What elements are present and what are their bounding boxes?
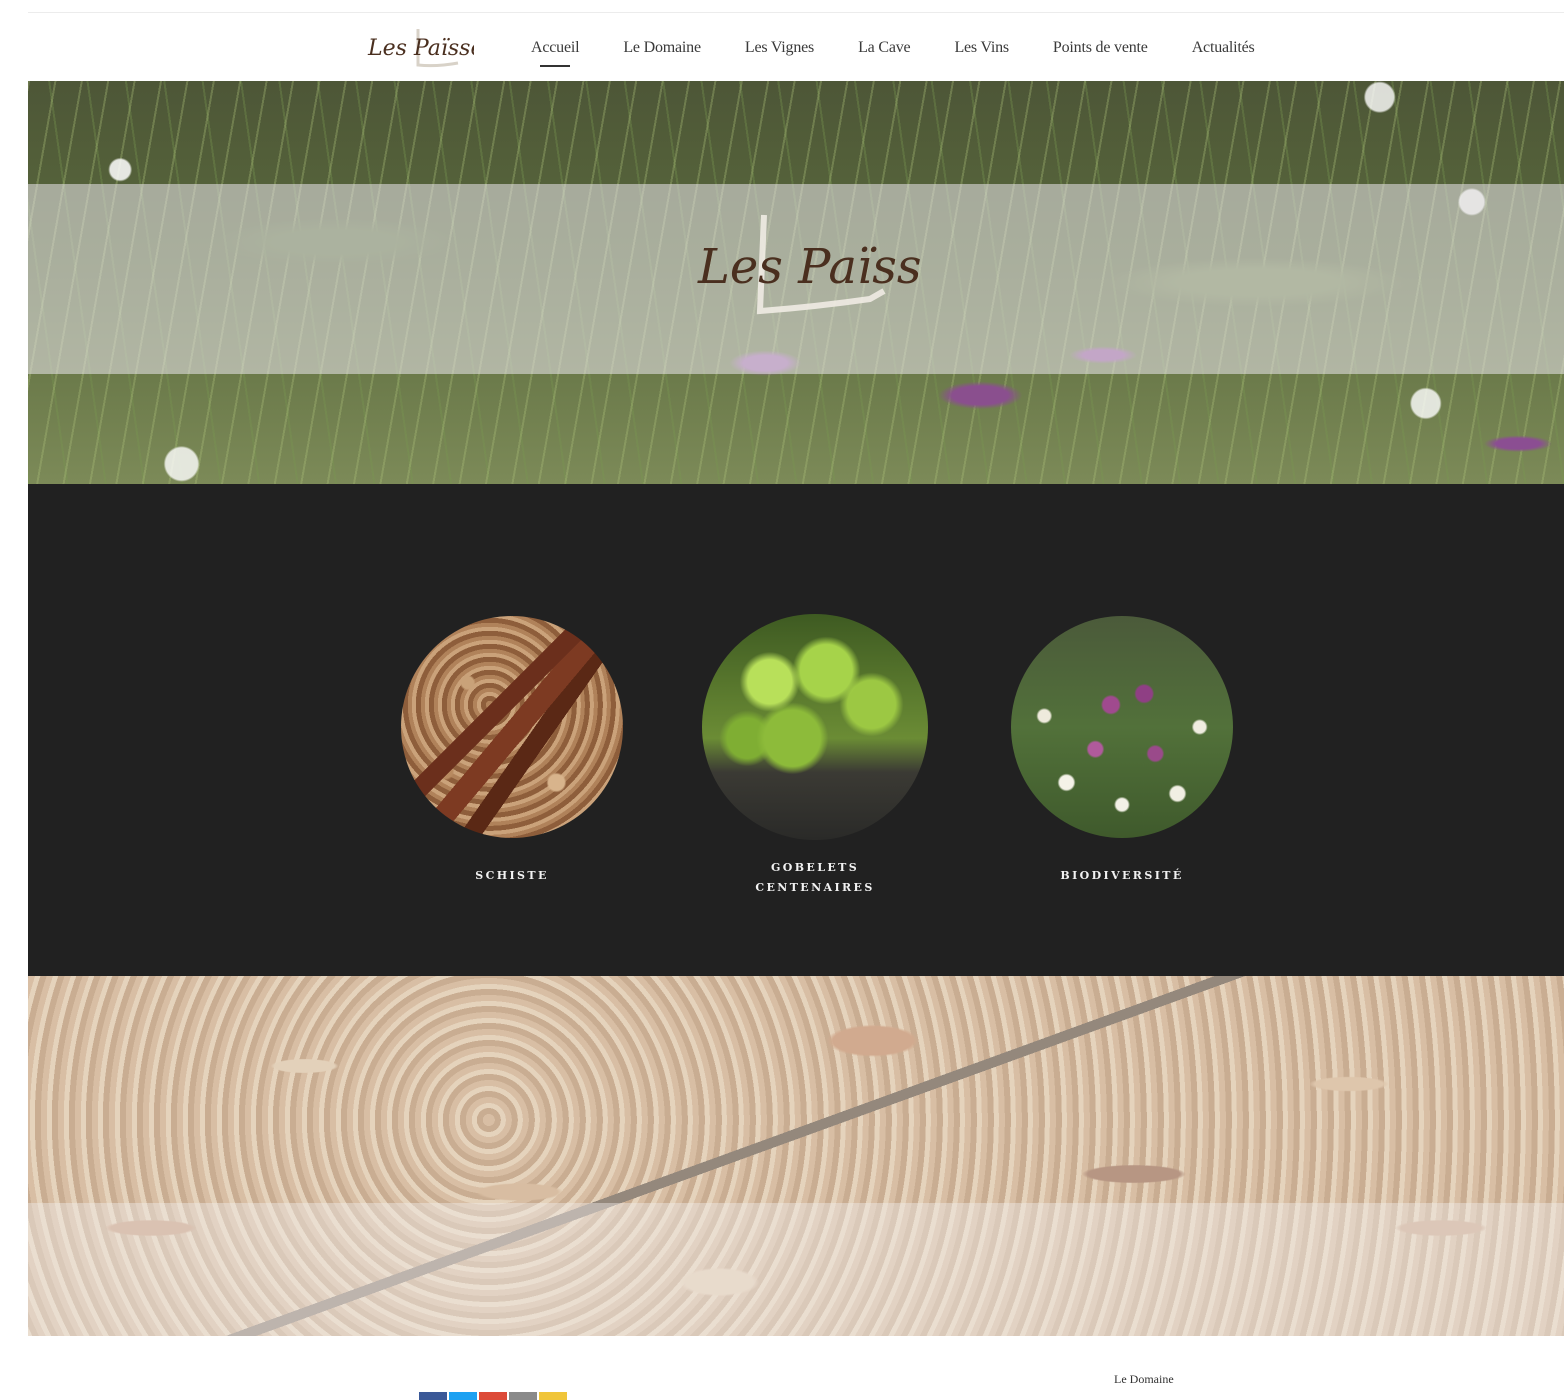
feature-gobelets[interactable]: Gobelets centenaires bbox=[695, 614, 935, 898]
email-icon[interactable] bbox=[509, 1392, 537, 1400]
twitter-icon[interactable] bbox=[449, 1392, 477, 1400]
site-header: Les Païssels Accueil Le Domaine Les Vign… bbox=[28, 12, 1564, 82]
site-footer: Le Domaine bbox=[28, 1336, 1564, 1400]
feature-label[interactable]: Schiste bbox=[392, 866, 632, 886]
svg-text:Les Païssels: Les Païssels bbox=[697, 239, 922, 295]
social-share-bar bbox=[419, 1392, 567, 1400]
feature-schiste[interactable]: Schiste bbox=[392, 616, 632, 886]
facebook-icon[interactable] bbox=[419, 1392, 447, 1400]
features-section: Schiste Gobelets centenaires Biodiversit… bbox=[28, 484, 1564, 976]
feature-label[interactable]: Biodiversité bbox=[1002, 866, 1242, 886]
nav-item-les-vins[interactable]: Les Vins bbox=[954, 39, 1009, 57]
nav-item-actualites[interactable]: Actualités bbox=[1192, 39, 1255, 57]
feature-label[interactable]: Gobelets centenaires bbox=[750, 858, 880, 898]
nav-item-le-domaine[interactable]: Le Domaine bbox=[623, 39, 701, 57]
feature-biodiversite[interactable]: Biodiversité bbox=[1002, 616, 1242, 886]
hero-logo: Les Païssels bbox=[697, 214, 922, 315]
svg-text:Les Païssels: Les Païssels bbox=[367, 36, 474, 61]
vine-photo[interactable] bbox=[702, 614, 928, 840]
schist-background-section bbox=[28, 976, 1564, 1336]
page: Les Païssels Accueil Le Domaine Les Vign… bbox=[28, 12, 1564, 1400]
main-nav: Accueil Le Domaine Les Vignes La Cave Le… bbox=[531, 13, 1299, 82]
wildflowers-photo[interactable] bbox=[1011, 616, 1233, 838]
share-icon[interactable] bbox=[539, 1392, 567, 1400]
nav-item-points-de-vente[interactable]: Points de vente bbox=[1053, 39, 1148, 57]
rocks-overlay-band bbox=[28, 1203, 1564, 1336]
nav-item-les-vignes[interactable]: Les Vignes bbox=[745, 39, 814, 57]
site-logo[interactable]: Les Païssels bbox=[366, 23, 474, 71]
nav-item-la-cave[interactable]: La Cave bbox=[858, 39, 911, 57]
schist-photo[interactable] bbox=[401, 616, 623, 838]
google-plus-icon[interactable] bbox=[479, 1392, 507, 1400]
nav-item-accueil[interactable]: Accueil bbox=[531, 39, 580, 67]
footer-link-le-domaine[interactable]: Le Domaine bbox=[1114, 1372, 1174, 1387]
hero-banner: Les Païssels bbox=[28, 81, 1564, 484]
